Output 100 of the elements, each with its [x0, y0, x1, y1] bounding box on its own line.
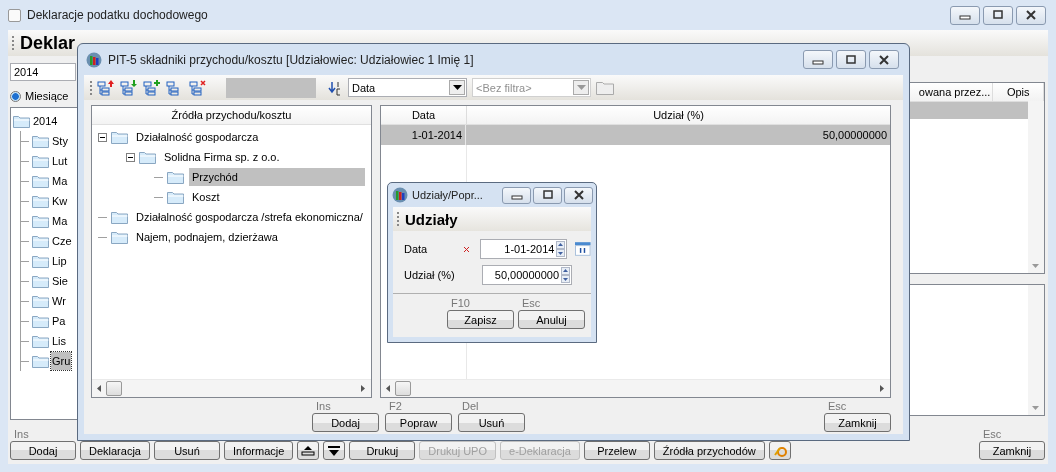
scroll-right-icon[interactable] [361, 384, 366, 393]
maximize-icon [991, 10, 1005, 20]
close-window-button[interactable]: Zamknij [979, 441, 1045, 460]
tree-item[interactable]: Kw [51, 192, 69, 210]
sort-dropdown[interactable]: Data [348, 78, 467, 97]
dropdown-arrow-icon[interactable] [452, 85, 462, 90]
close-button[interactable] [869, 50, 899, 69]
maximize-button[interactable] [533, 186, 562, 204]
horizontal-scrollbar[interactable] [92, 379, 371, 397]
folder-icon [167, 190, 184, 204]
tree-tool-icon[interactable] [97, 79, 115, 96]
shortcut-label: Ins [315, 400, 331, 413]
action-button[interactable]: Usuń [153, 441, 220, 460]
action-button[interactable]: Drukuj [349, 441, 416, 460]
horizontal-scrollbar[interactable] [381, 379, 890, 397]
tree-item[interactable]: Gru [51, 352, 72, 370]
maximize-icon [844, 54, 858, 65]
tree-item[interactable]: Koszt [189, 188, 223, 206]
tree-item[interactable]: Solidna Firma sp. z o.o. [161, 148, 283, 166]
tree-item[interactable]: Działalność gospodarcza /strefa ekonomiczna/ [133, 208, 366, 226]
scroll-left-icon[interactable] [386, 384, 391, 393]
action-button[interactable]: Deklaracja [80, 441, 150, 460]
date-field[interactable]: 1-01-2014 [479, 239, 568, 259]
tree-item[interactable]: Lis [51, 332, 68, 350]
tool-button[interactable] [768, 441, 791, 460]
download-button[interactable] [323, 441, 346, 460]
tree-item[interactable]: Cze [51, 232, 73, 250]
tree-tool-icon[interactable] [189, 79, 207, 96]
dialog-heading: Udziały [405, 210, 458, 228]
tree-item[interactable]: Ma [51, 172, 69, 190]
tree-item[interactable]: Ma [51, 212, 69, 230]
folder-icon [32, 274, 49, 288]
shortcut-label: Ins [13, 428, 29, 441]
folder-icon [32, 214, 49, 228]
shortcut-label: Esc [827, 400, 847, 413]
tree-item[interactable]: Lip [51, 252, 68, 270]
folder-icon [167, 170, 184, 184]
folder-icon [32, 254, 49, 268]
upload-button[interactable] [297, 441, 320, 460]
column-header[interactable]: Źródła przychodu/kosztu [92, 106, 371, 125]
scroll-right-icon[interactable] [880, 384, 885, 393]
collapse-toggle[interactable] [98, 132, 107, 142]
download-icon [327, 444, 342, 457]
action-button[interactable]: Dodaj [312, 413, 379, 432]
number-field[interactable]: 50,00000000 [482, 265, 572, 285]
folder-icon [32, 194, 49, 208]
tree-item[interactable]: Sty [51, 132, 69, 150]
action-button[interactable]: Przelew [583, 441, 650, 460]
scroll-left-icon[interactable] [97, 384, 102, 393]
maximize-button[interactable] [983, 5, 1013, 25]
tree-item[interactable]: Działalność gospodarcza [133, 128, 262, 146]
close-window-button[interactable]: Zamknij [824, 413, 891, 432]
tree-item[interactable]: Pa [51, 312, 67, 330]
minimize-button[interactable] [950, 5, 980, 25]
maximize-button[interactable] [836, 50, 866, 69]
tree-item[interactable]: 2014 [32, 112, 59, 130]
tree-item[interactable]: Przychód [189, 168, 365, 186]
scroll-thumb[interactable] [395, 381, 411, 396]
window-title: PIT-5 składniki przychodu/kosztu [Udziałowiec: Udziałowiec 1 Imię 1] [108, 52, 474, 67]
action-button[interactable]: Anuluj [518, 310, 585, 329]
vertical-scrollbar[interactable] [1028, 285, 1044, 415]
scroll-down-icon[interactable] [1032, 406, 1040, 411]
action-button[interactable]: Usuń [458, 413, 525, 432]
table-cell: 1-01-2014 [381, 125, 466, 145]
spinner-arrows-icon[interactable] [556, 241, 566, 257]
close-button[interactable] [1016, 5, 1046, 25]
sort-icon[interactable] [327, 79, 343, 96]
minimize-button[interactable] [803, 50, 833, 69]
tree-item[interactable]: Lut [51, 152, 69, 170]
vertical-scrollbar[interactable] [1028, 101, 1044, 273]
folder-icon [139, 150, 156, 164]
action-button[interactable]: Popraw [385, 413, 452, 432]
action-button[interactable]: Zapisz [447, 310, 514, 329]
field-label: Udział (%) [404, 269, 456, 281]
action-button[interactable]: Informacje [223, 441, 294, 460]
column-header[interactable]: Udział (%) [467, 106, 890, 124]
tree-item[interactable]: Sie [51, 272, 69, 290]
tree-tool-icon[interactable] [120, 79, 138, 96]
window-title: Deklaracje podatku dochodowego [27, 8, 208, 22]
scroll-down-icon[interactable] [1032, 264, 1040, 269]
tree-tool-icon[interactable] [143, 79, 161, 96]
grid-row[interactable]: 1-01-2014 50,00000000 [381, 125, 890, 145]
folder-icon [32, 134, 49, 148]
year-field[interactable]: 2014 [10, 63, 76, 81]
scroll-thumb[interactable] [106, 381, 122, 396]
radio-button[interactable] [10, 90, 21, 102]
folder-icon [13, 114, 30, 128]
column-header[interactable]: Data [381, 106, 467, 124]
action-button[interactable]: Źródła przychodów [653, 441, 765, 460]
close-icon [571, 190, 586, 200]
tree-item[interactable]: Wr [51, 292, 67, 310]
collapse-toggle[interactable] [126, 152, 135, 162]
spinner-arrows-icon[interactable] [561, 267, 570, 283]
calendar-icon[interactable] [575, 242, 591, 256]
minimize-button[interactable] [502, 186, 531, 204]
close-button[interactable] [564, 186, 593, 204]
tree-item[interactable]: Najem, podnajem, dzierżawa [133, 228, 281, 246]
shortcut-label: Del [461, 400, 479, 413]
shortcut-label: F10 [450, 297, 470, 310]
action-button[interactable]: Dodaj [10, 441, 76, 460]
